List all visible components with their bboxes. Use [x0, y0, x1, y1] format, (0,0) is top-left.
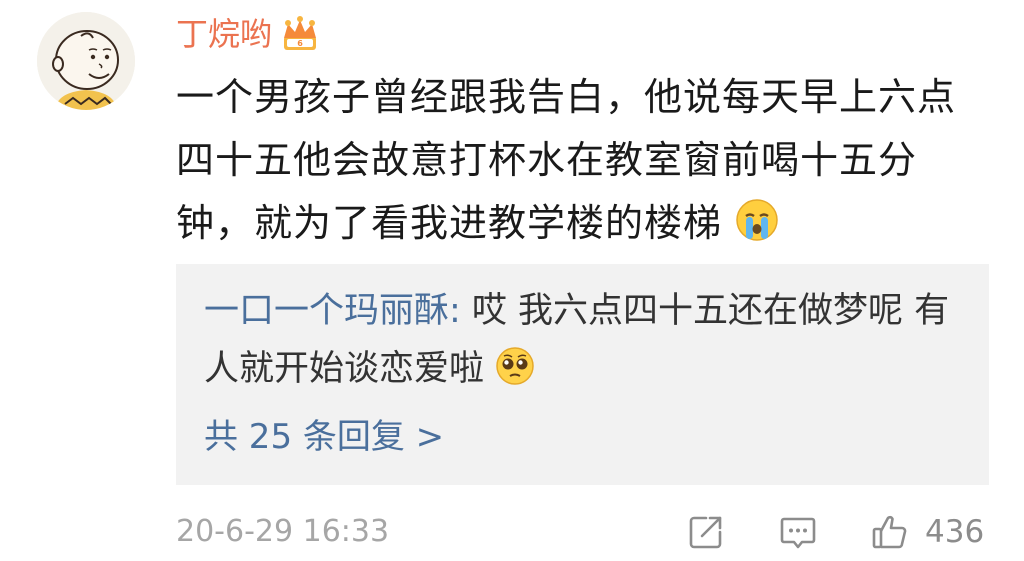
like-count: 436 [925, 514, 985, 550]
comment-text: 一个男孩子曾经跟我告白，他说每天早上六点四十五他会故意打杯水在教室窗前喝十五分钟… [176, 66, 976, 255]
reply-content: 一口一个玛丽酥: 哎 我六点四十五还在做梦呢 有人就开始谈恋爱啦 [204, 282, 974, 398]
reply-box[interactable]: 一口一个玛丽酥: 哎 我六点四十五还在做梦呢 有人就开始谈恋爱啦 共 25 条回… [176, 264, 989, 485]
crying-face-emoji-icon [735, 198, 779, 242]
avatar[interactable] [37, 12, 135, 110]
svg-text:6: 6 [297, 39, 303, 48]
comment-body: 一个男孩子曾经跟我告白，他说每天早上六点四十五他会故意打杯水在教室窗前喝十五分钟… [176, 75, 957, 245]
comment-icon[interactable] [778, 512, 818, 552]
timestamp: 20-6-29 16:33 [176, 514, 390, 549]
charlie-brown-avatar-icon [37, 12, 135, 110]
thumbs-up-icon[interactable] [870, 512, 910, 552]
share-icon[interactable] [686, 512, 726, 552]
username[interactable]: 丁烷哟 [176, 12, 272, 56]
comment-footer: 20-6-29 16:33 436 [176, 506, 990, 558]
crown-icon[interactable]: 6 [280, 14, 320, 54]
reply-author[interactable]: 一口一个玛丽酥: [204, 291, 461, 331]
pleading-face-emoji-icon [495, 346, 535, 386]
username-row: 丁烷哟 6 [176, 12, 320, 56]
view-replies-link[interactable]: 共 25 条回复 > [204, 412, 444, 462]
